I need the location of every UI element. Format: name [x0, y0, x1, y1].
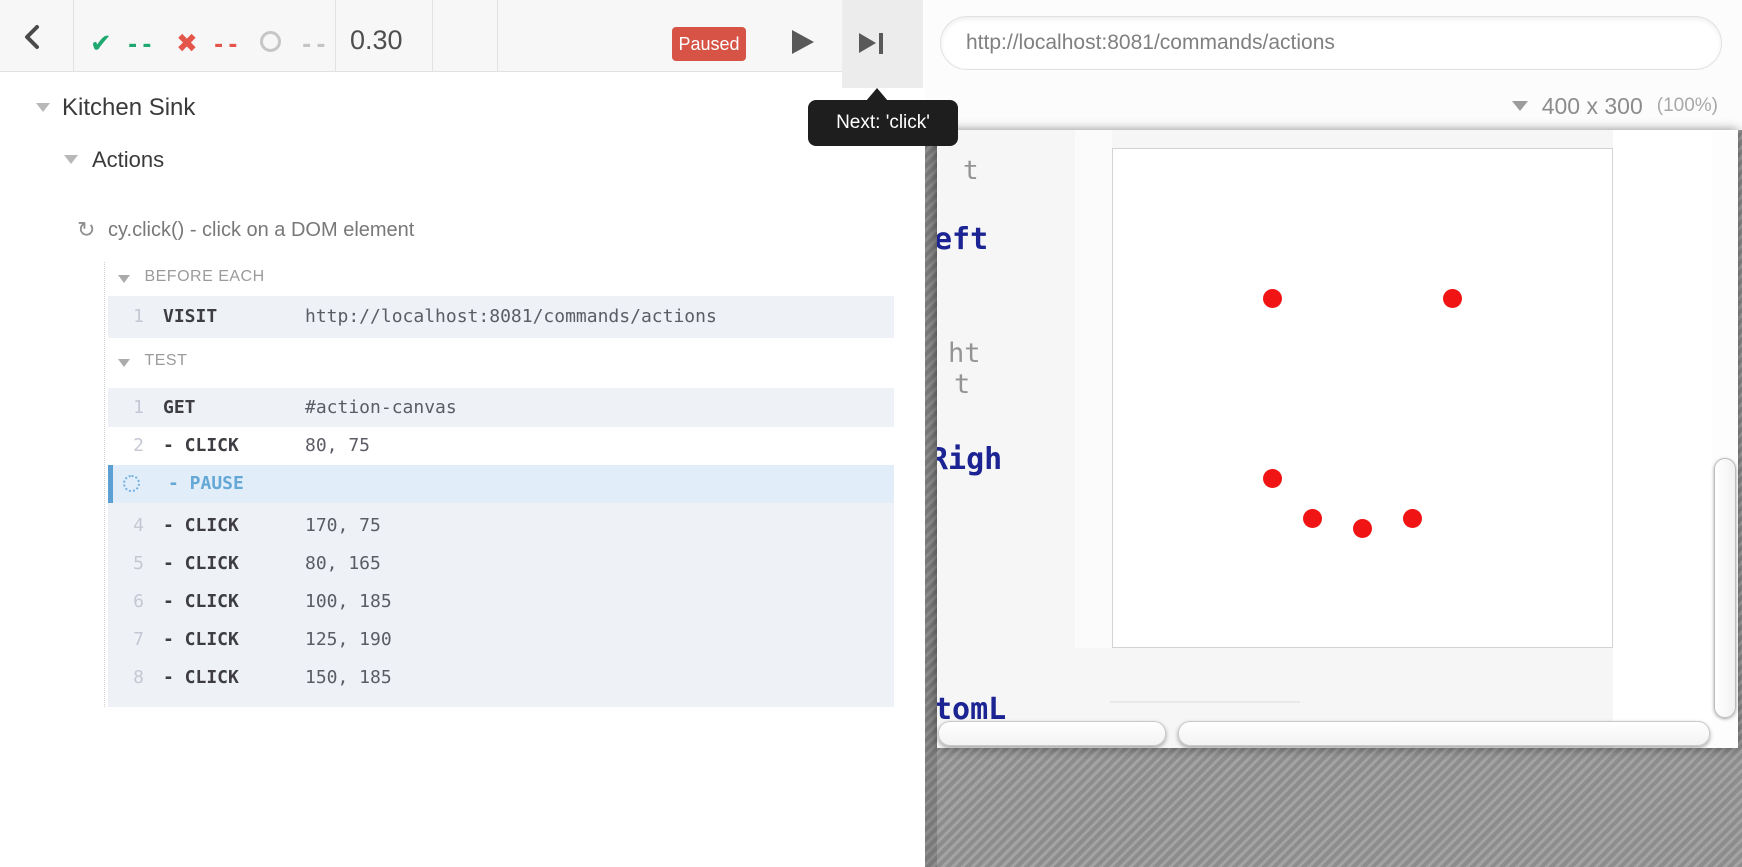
aut-text-fragment: ht	[948, 338, 981, 369]
viewport-selector[interactable]: 400 x 300 (100%)	[1512, 90, 1718, 122]
command-number: 1	[110, 388, 144, 427]
command-row[interactable]: 4 - CLICK 170, 75	[108, 507, 894, 545]
subsuite-title[interactable]: Actions	[92, 147, 164, 173]
command-number: 6	[110, 583, 144, 621]
paused-badge: Paused	[672, 27, 746, 61]
click-dot	[1303, 509, 1322, 528]
toolbar-divider	[432, 0, 433, 71]
aut-section-divider	[1110, 701, 1300, 703]
command-row[interactable]: 6 - CLICK 100, 185	[108, 583, 894, 621]
command-row[interactable]: 5 - CLICK 80, 165	[108, 545, 894, 583]
command-number: 1	[110, 296, 144, 338]
command-message: 150, 185	[305, 659, 392, 697]
command-name: GET	[163, 388, 196, 427]
pending-circle-icon	[260, 31, 281, 52]
command-name: - CLICK	[163, 583, 239, 621]
test-hook-header[interactable]: TEST	[118, 352, 187, 372]
test-hook-label: TEST	[144, 352, 187, 369]
command-message: #action-canvas	[305, 388, 457, 427]
command-number: 5	[110, 545, 144, 583]
viewport-size-label: 400 x 300	[1542, 93, 1643, 120]
command-row[interactable]: 2 - CLICK 80, 75	[108, 427, 894, 465]
before-each-label: BEFORE EACH	[144, 268, 264, 285]
test-command-list: 1GET#action-canvas2- CLICK80, 75- PAUSE4…	[108, 388, 894, 707]
command-name: - CLICK	[163, 621, 239, 659]
chevron-down-icon[interactable]	[64, 155, 78, 164]
command-row[interactable]: 1 GET #action-canvas	[108, 388, 894, 427]
step-forward-icon	[859, 33, 883, 54]
command-group: 4 - CLICK 170, 75 5 - CLICK 80, 165 6 - CLICK 10…	[108, 503, 894, 707]
click-dot	[1403, 509, 1422, 528]
hook-guide-line	[104, 262, 105, 707]
running-test-icon: ↻	[77, 217, 95, 243]
passed-count: --	[126, 33, 155, 58]
aut-text-fragment: Righ	[937, 442, 1002, 477]
command-message: 170, 75	[305, 507, 381, 545]
horizontal-scrollbar-segment[interactable]	[938, 721, 1166, 746]
command-number: 4	[110, 507, 144, 545]
before-each-header[interactable]: BEFORE EACH	[118, 268, 265, 288]
command-row[interactable]: 8 - CLICK 150, 185	[108, 659, 894, 697]
click-dot	[1263, 289, 1282, 308]
vertical-scrollbar-thumb[interactable]	[1714, 458, 1736, 718]
command-row[interactable]: - PAUSE	[108, 465, 894, 503]
command-row[interactable]: 1 VISIT http://localhost:8081/commands/act…	[108, 296, 894, 338]
iframe-edge-shade	[925, 130, 937, 867]
chevron-down-icon	[1512, 101, 1528, 111]
aut-stage: tefthttRightomL	[925, 130, 1742, 867]
aut-url-bar[interactable]: http://localhost:8081/commands/actions	[940, 16, 1722, 70]
triangle-down-icon	[118, 275, 130, 283]
aut-page-background	[1075, 130, 1112, 648]
reporter-toolbar: ✔ -- ✖ -- -- 0.30 Paused	[0, 0, 842, 72]
toolbar-divider	[335, 0, 336, 71]
click-dot	[1443, 289, 1462, 308]
command-message: 80, 165	[305, 545, 381, 583]
aut-header: http://localhost:8081/commands/actions 4…	[925, 0, 1742, 130]
test-timer: 0.30	[350, 25, 403, 56]
viewport-zoom-label: (100%)	[1657, 95, 1718, 117]
failed-count: --	[212, 33, 241, 58]
resume-play-button[interactable]	[792, 30, 814, 54]
command-number: 2	[110, 427, 144, 465]
back-arrow-icon[interactable]	[18, 22, 48, 52]
toolbar-divider	[497, 0, 498, 71]
suite-title[interactable]: Kitchen Sink	[62, 94, 195, 122]
command-message: http://localhost:8081/commands/actions	[305, 296, 717, 338]
reporter-pane: ✔ -- ✖ -- -- 0.30 Paused Next: 'click' K…	[0, 0, 925, 867]
command-name: - CLICK	[163, 507, 239, 545]
command-number: 8	[110, 659, 144, 697]
aut-text-fragment: t	[954, 369, 970, 400]
before-each-command-list: 1 VISIT http://localhost:8081/commands/act…	[108, 296, 894, 338]
pending-count: --	[300, 33, 329, 58]
chevron-down-icon[interactable]	[36, 103, 50, 112]
cypress-test-runner: ✔ -- ✖ -- -- 0.30 Paused Next: 'click' K…	[0, 0, 1742, 867]
passed-check-icon: ✔	[90, 30, 112, 56]
aut-page-background	[1613, 130, 1712, 748]
command-name: - PAUSE	[168, 465, 244, 503]
toolbar-divider	[73, 0, 74, 71]
pause-spinner-icon	[123, 475, 140, 492]
step-next-button[interactable]	[842, 0, 923, 88]
command-name: - CLICK	[163, 545, 239, 583]
click-dot	[1263, 469, 1282, 488]
command-message: 125, 190	[305, 621, 392, 659]
command-name: - CLICK	[163, 427, 239, 465]
command-name: - CLICK	[163, 659, 239, 697]
aut-text-fragment: eft	[937, 222, 988, 257]
test-title[interactable]: cy.click() - click on a DOM element	[108, 219, 414, 242]
horizontal-scrollbar-thumb[interactable]	[1178, 721, 1710, 746]
command-row[interactable]: 7 - CLICK 125, 190	[108, 621, 894, 659]
aut-text-fragment: t	[963, 156, 979, 186]
aut-iframe: tefthttRightomL	[937, 130, 1738, 748]
command-message: 100, 185	[305, 583, 392, 621]
click-dot	[1353, 519, 1372, 538]
next-command-tooltip: Next: 'click'	[808, 100, 958, 146]
command-message: 80, 75	[305, 427, 370, 465]
action-canvas[interactable]	[1112, 148, 1613, 648]
command-name: VISIT	[163, 296, 217, 338]
triangle-down-icon	[118, 359, 130, 367]
failed-x-icon: ✖	[176, 30, 198, 56]
command-number: 7	[110, 621, 144, 659]
